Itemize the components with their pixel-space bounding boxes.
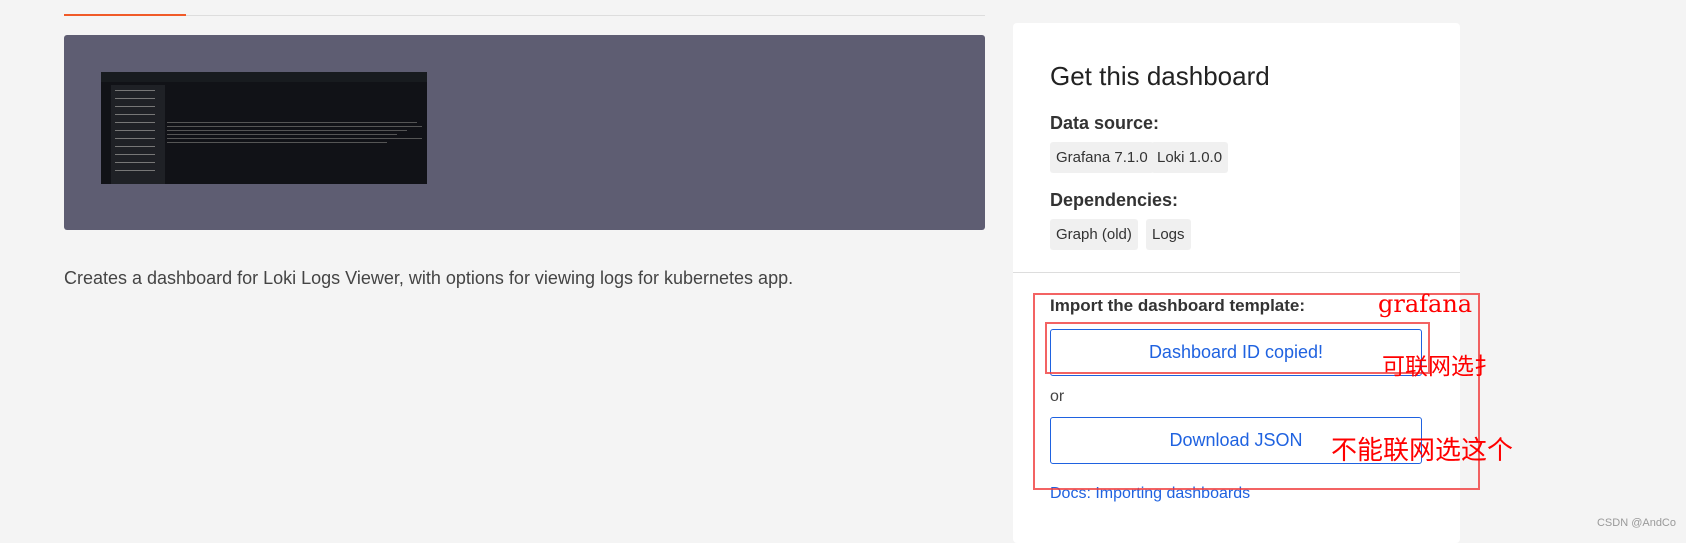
dashboard-screenshot-thumbnail — [101, 72, 427, 184]
dependency-tag: Graph (old) — [1050, 219, 1138, 250]
data-source-tag: Grafana 7.1.0 — [1050, 142, 1154, 173]
annotation-online: 可联网选扌 — [1382, 354, 1497, 380]
data-source-tag: Loki 1.0.0 — [1151, 142, 1229, 173]
annotation-grafana: grafana — [1378, 290, 1473, 318]
dashboard-description: Creates a dashboard for Loki Logs Viewer… — [64, 268, 794, 288]
annotation-offline: 不能联网选这个 — [1331, 436, 1514, 466]
tab-underline — [64, 14, 985, 16]
data-source-label: Data source: — [1050, 113, 1160, 133]
divider — [1013, 272, 1460, 273]
watermark: CSDN @AndCo — [1596, 517, 1676, 529]
annotation-box-inner — [1045, 322, 1430, 374]
dependencies-label: Dependencies: — [1050, 190, 1179, 210]
dashboard-preview[interactable] — [64, 35, 985, 230]
dependency-tag: Logs — [1146, 219, 1191, 250]
card-title: Get this dashboard — [1050, 61, 1270, 91]
active-tab-indicator — [64, 14, 186, 16]
